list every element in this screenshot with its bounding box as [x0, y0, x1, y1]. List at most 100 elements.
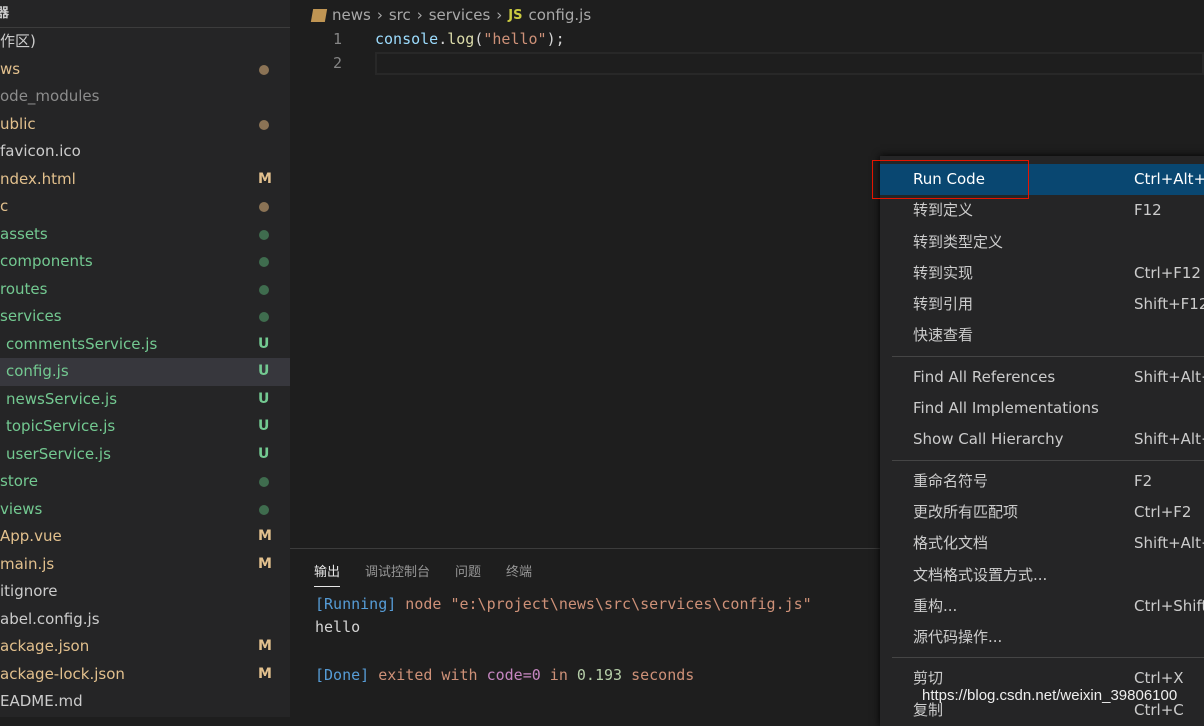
tree-item[interactable]: store — [0, 468, 290, 496]
menu-item[interactable]: 重构... Ctrl+Shift+R — [880, 591, 1204, 622]
js-file-icon: JS — [508, 7, 523, 23]
menu-item-shortcut: Ctrl+F2 — [1134, 502, 1192, 521]
tree-item-label: commentsService.js — [6, 334, 158, 353]
folder-icon — [310, 8, 328, 22]
menu-item-shortcut: Ctrl+Shift+R — [1134, 596, 1204, 615]
git-status-dot-icon — [259, 119, 269, 130]
tree-item[interactable]: ublic — [0, 111, 290, 139]
tree-item[interactable]: assets — [0, 221, 290, 249]
menu-item-label: 剪切 — [913, 669, 944, 688]
tree-item-label: 作区) — [0, 32, 36, 50]
tree-item-label: abel.config.js — [0, 609, 100, 628]
tree-item[interactable]: c — [0, 193, 290, 221]
tree-item-label: main.js — [0, 554, 55, 573]
git-status-badge: U — [258, 390, 270, 407]
menu-item-shortcut: F12 — [1134, 201, 1162, 220]
tree-item[interactable]: components — [0, 248, 290, 276]
tree-item[interactable]: views — [0, 496, 290, 524]
tree-item[interactable]: ackage-lock.json M — [0, 661, 290, 689]
line-number: 2 — [332, 54, 342, 72]
tree-item[interactable]: EADME.md — [0, 688, 290, 716]
tree-item[interactable]: routes — [0, 276, 290, 304]
menu-item[interactable]: 转到引用 Shift+F12 — [880, 289, 1204, 320]
menu-item[interactable]: 重命名符号 F2 — [880, 466, 1204, 497]
breadcrumb-news[interactable]: news — [332, 6, 371, 24]
menu-item-label: 转到引用 — [913, 295, 974, 314]
git-status-dot-icon — [259, 257, 269, 267]
breadcrumb-services[interactable]: services — [429, 6, 491, 24]
menu-item[interactable]: 快速查看 — [880, 320, 1204, 351]
output-text: seconds — [622, 666, 695, 684]
output-text: exited with — [369, 666, 487, 684]
git-status-dot-icon — [259, 504, 269, 515]
tree-item-label: components — [0, 252, 93, 270]
tree-item-label: itignore — [0, 582, 58, 600]
tree-item-label: ublic — [0, 114, 36, 133]
menu-item[interactable]: 更改所有匹配项 Ctrl+F2 — [880, 497, 1204, 528]
git-status-badge: M — [258, 638, 272, 654]
tree-item-label: App.vue — [0, 527, 62, 545]
breadcrumb-src[interactable]: src — [389, 6, 411, 24]
highlight-annotation-box — [872, 160, 1029, 199]
tree-item[interactable]: services — [0, 303, 290, 331]
menu-item[interactable]: 转到类型定义 — [880, 227, 1204, 258]
git-status-badge: U — [258, 418, 270, 434]
command-text: node "e:\project\news\src\services\confi… — [396, 595, 812, 613]
explorer-sidebar: 器 作区) ws ode_modules ublic favicon.ico ndex.h… — [0, 0, 290, 717]
menu-item-label: 格式化文档 — [913, 534, 989, 553]
tree-item[interactable]: itignore — [0, 578, 290, 606]
menu-item-shortcut: F2 — [1134, 471, 1153, 490]
tree-item[interactable]: ws — [0, 56, 290, 84]
tree-item[interactable]: abel.config.js — [0, 606, 290, 634]
tree-item-label: ndex.html — [0, 169, 76, 188]
panel-tabs: 输出 调试控制台 问题 终端 — [314, 561, 532, 587]
menu-item[interactable]: Find All Implementations — [880, 393, 1204, 424]
menu-item[interactable]: Show Call Hierarchy Shift+Alt+H — [880, 424, 1204, 455]
tree-item[interactable]: ackage.json M — [0, 633, 290, 661]
breadcrumb: news › src › services › JS config.js — [310, 3, 591, 27]
tree-item[interactable]: App.vue M — [0, 523, 290, 551]
code-token: console — [375, 30, 439, 48]
menu-item-label: 转到类型定义 — [913, 232, 1004, 251]
tree-item[interactable]: commentsService.js U — [0, 331, 290, 359]
menu-item-label: 更改所有匹配项 — [913, 502, 1019, 521]
tree-item[interactable]: ndex.html M — [0, 166, 290, 194]
code-line-2[interactable]: 2 — [290, 51, 1204, 75]
tree-item[interactable]: favicon.ico — [0, 138, 290, 166]
tab-problems[interactable]: 问题 — [455, 561, 481, 587]
tree-item[interactable]: userService.js U — [0, 441, 290, 469]
tab-terminal[interactable]: 终端 — [506, 561, 532, 587]
output-line: [Done] exited with code=0 in 0.193 secon… — [315, 664, 694, 686]
tree-item[interactable]: main.js M — [0, 551, 290, 579]
code-line-1[interactable]: 1 console.log("hello"); — [290, 27, 1204, 51]
tab-debug-console[interactable]: 调试控制台 — [365, 561, 430, 587]
file-tree: 作区) ws ode_modules ublic favicon.ico ndex.htm… — [0, 28, 290, 716]
chevron-right-icon: › — [416, 6, 423, 24]
tree-item-label: config.js — [6, 362, 69, 380]
tree-item[interactable]: newsService.js U — [0, 386, 290, 414]
menu-item[interactable]: 格式化文档 Shift+Alt+F — [880, 528, 1204, 559]
tree-item-label: assets — [0, 224, 48, 243]
menu-item-label: 转到实现 — [913, 263, 974, 282]
menu-item-shortcut: Shift+Alt+F12 — [1134, 367, 1204, 386]
menu-item-label: 重命名符号 — [913, 471, 989, 490]
breadcrumb-file[interactable]: config.js — [528, 6, 591, 24]
duration: 0.193 — [576, 666, 623, 684]
tab-output[interactable]: 输出 — [314, 561, 341, 587]
context-menu: Run CodeCtrl+Alt+N转到定义F12转到类型定义转到实现Ctrl+… — [880, 156, 1204, 726]
tree-item[interactable]: 作区) — [0, 28, 290, 56]
menu-item[interactable]: 文档格式设置方式... — [880, 560, 1204, 591]
menu-item-shortcut: Shift+Alt+F — [1134, 534, 1204, 553]
tree-item[interactable]: config.js U — [0, 358, 290, 386]
menu-item-shortcut: Ctrl+F12 — [1134, 263, 1201, 282]
tree-item-label: store — [0, 472, 38, 490]
tree-item-label: routes — [0, 279, 48, 298]
menu-item[interactable]: 转到定义 F12 — [880, 195, 1204, 226]
menu-item[interactable]: 转到实现 Ctrl+F12 — [880, 258, 1204, 289]
menu-item[interactable]: Find All References Shift+Alt+F12 — [880, 362, 1204, 393]
menu-item[interactable]: 源代码操作... — [880, 622, 1204, 653]
tree-item[interactable]: topicService.js U — [0, 413, 290, 441]
tree-item[interactable]: ode_modules — [0, 83, 290, 111]
menu-separator — [880, 352, 1204, 362]
tree-item-label: topicService.js — [6, 417, 116, 435]
